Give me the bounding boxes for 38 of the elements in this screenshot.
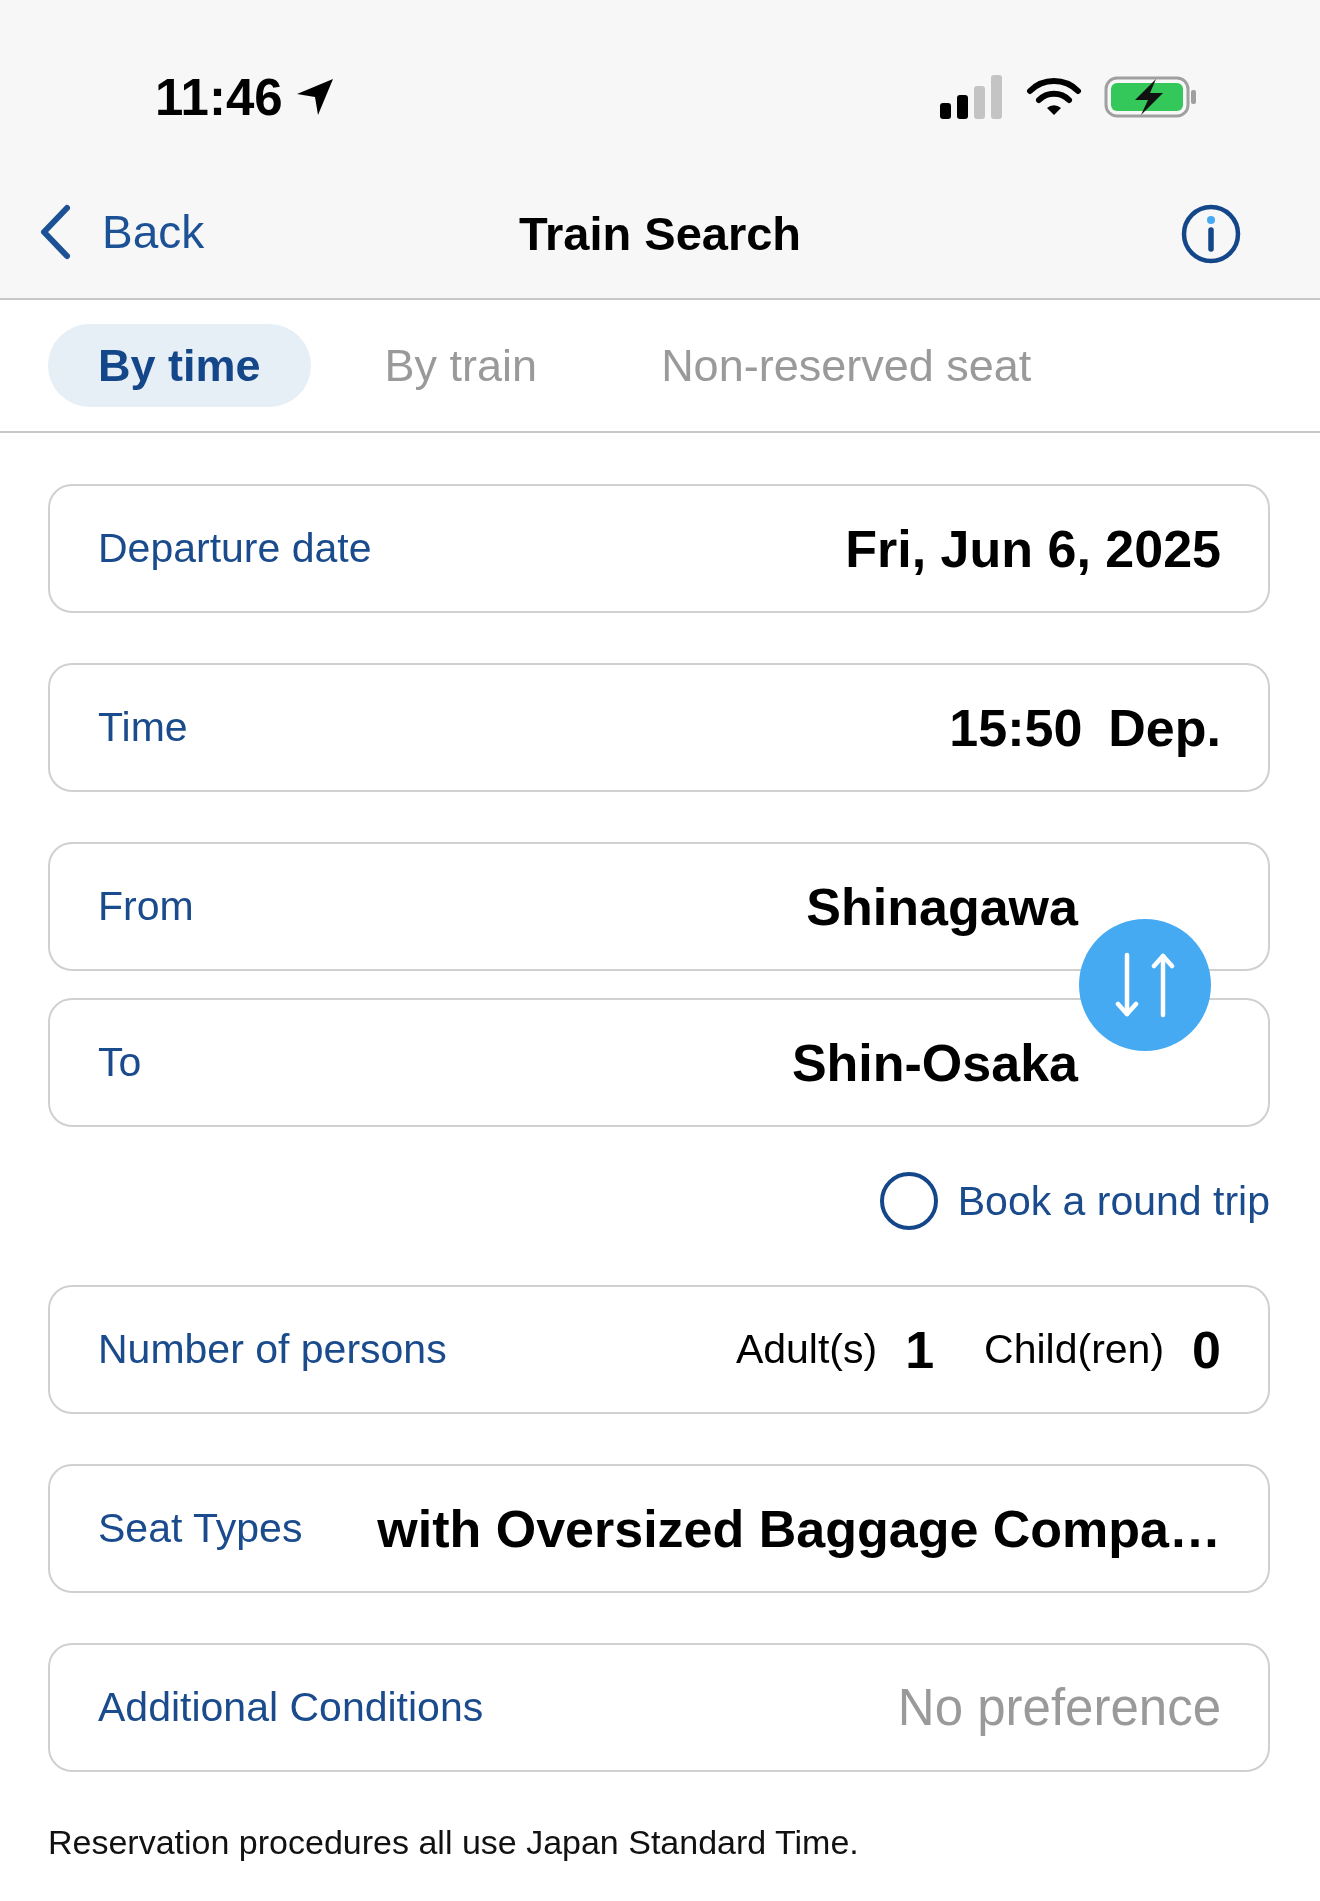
field-value: Shinagawa bbox=[806, 876, 1078, 937]
status-time: 11:46 bbox=[155, 71, 283, 123]
field-suffix: Dep. bbox=[1108, 697, 1221, 758]
field-value: 15:50 bbox=[949, 697, 1083, 758]
field-label: From bbox=[98, 883, 194, 930]
option-field[interactable]: Additional Conditions No preference bbox=[48, 1643, 1270, 1772]
persons-field[interactable]: Number of persons Adult(s) 1 Child(ren) 0 bbox=[48, 1285, 1270, 1414]
footer-note: Reservation procedures all use Japan Standard Time. bbox=[48, 1822, 860, 1862]
option-field[interactable]: Seat Types with Oversized Baggage Compa… bbox=[48, 1464, 1270, 1593]
picker-field[interactable]: Departure date Fri, Jun 6, 2025 bbox=[48, 484, 1270, 613]
count-label: Child(ren) bbox=[984, 1326, 1165, 1373]
field-value: with Oversized Baggage Compa… bbox=[377, 1498, 1221, 1559]
field-value: Shin-Osaka bbox=[791, 1032, 1078, 1093]
field-label: Number of persons bbox=[98, 1326, 447, 1373]
field-label: To bbox=[98, 1039, 142, 1086]
back-button[interactable]: Back bbox=[38, 204, 205, 260]
chevron-left-icon bbox=[38, 204, 72, 260]
radio-button[interactable] bbox=[879, 1172, 938, 1230]
wifi-icon bbox=[1026, 77, 1082, 117]
field-label: Additional Conditions bbox=[98, 1684, 484, 1731]
picker-field[interactable]: Time 15:50 Dep. bbox=[48, 663, 1270, 792]
count-value: 0 bbox=[1192, 1319, 1221, 1380]
swap-arrows-icon bbox=[1115, 952, 1175, 1018]
count-value: 1 bbox=[905, 1319, 935, 1380]
field-label: Departure date bbox=[98, 525, 372, 572]
field-value: Fri, Jun 6, 2025 bbox=[845, 518, 1221, 579]
field-label: Seat Types bbox=[98, 1505, 303, 1552]
option-label[interactable]: Book a round trip bbox=[957, 1177, 1270, 1225]
count-label: Adult(s) bbox=[735, 1326, 878, 1373]
signal-icon bbox=[940, 75, 1004, 119]
placeholder-text: No preference bbox=[897, 1678, 1221, 1737]
screen-title: Train Search bbox=[518, 208, 802, 260]
field-label: Time bbox=[98, 704, 188, 751]
info-icon[interactable] bbox=[1181, 204, 1241, 264]
charging-battery-icon bbox=[1104, 76, 1198, 118]
station-field[interactable]: To Shin-Osaka bbox=[48, 998, 1270, 1127]
tab[interactable]: By time bbox=[48, 324, 311, 407]
station-field[interactable]: From Shinagawa bbox=[48, 842, 1270, 971]
